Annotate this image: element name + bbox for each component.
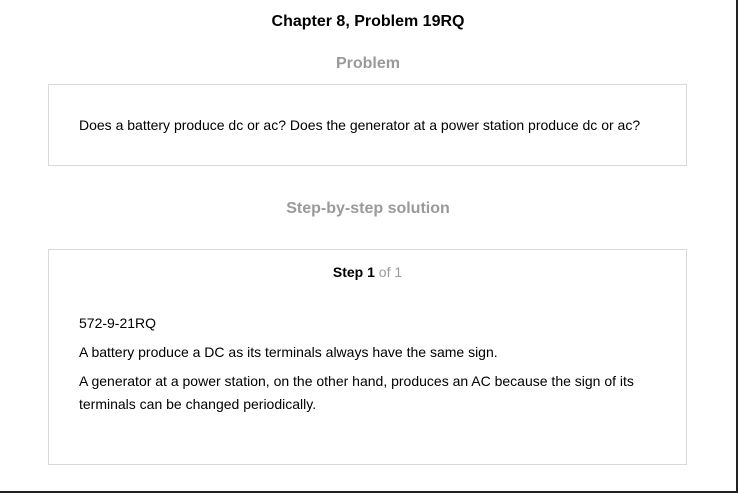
step-word: Step — [332, 264, 364, 280]
solution-heading: Step-by-step solution — [286, 200, 450, 217]
solution-body: 572-9-21RQ A battery produce a DC as its… — [79, 312, 659, 422]
solution-paragraph-battery: A battery produce a DC as its terminals … — [79, 344, 498, 360]
solution-paragraph-generator: A generator at a power station, on the o… — [79, 373, 634, 412]
solution-reference-code: 572-9-21RQ — [79, 315, 157, 331]
solution-card: Step 1 of 1 572-9-21RQ A battery produce… — [48, 249, 687, 465]
step-total: of 1 — [378, 264, 403, 280]
page-title: Chapter 8, Problem 19RQ — [271, 13, 465, 30]
step-number: 1 — [367, 264, 375, 280]
problem-heading: Problem — [335, 55, 400, 72]
problem-text: Does a battery produce dc or ac? Does th… — [79, 117, 641, 133]
step-label: Step 1 of 1 — [49, 263, 686, 281]
problem-card: Does a battery produce dc or ac? Does th… — [48, 84, 687, 166]
